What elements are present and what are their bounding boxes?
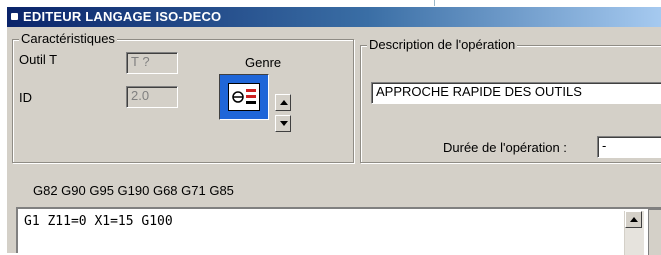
- genre-selector[interactable]: [219, 74, 269, 120]
- operation-caption: Description de l'opération: [367, 37, 518, 52]
- id-label: ID: [19, 90, 32, 105]
- operation-group: Description de l'opération APPROCHE RAPI…: [360, 37, 661, 163]
- outil-field[interactable]: T ?: [126, 52, 178, 74]
- arrow-down-icon: [280, 121, 288, 126]
- tool-genre-graphic: [232, 89, 256, 104]
- window-title: EDITEUR LANGAGE ISO-DECO: [23, 9, 222, 24]
- side-panel: [648, 209, 661, 255]
- duree-field[interactable]: -: [597, 136, 661, 158]
- tool-genre-icon: [228, 83, 260, 111]
- genre-up-button[interactable]: [275, 94, 291, 111]
- caracteristiques-group: Caractéristiques Outil T T ? ID 2.0 Genr…: [12, 31, 354, 163]
- duree-label: Durée de l'opération :: [443, 140, 567, 155]
- gcodes-status: G82 G90 G95 G190 G68 G71 G85: [33, 183, 234, 198]
- code-line-1[interactable]: G1 Z11=0 X1=15 G100: [24, 214, 173, 229]
- outil-label: Outil T: [19, 52, 58, 67]
- id-field[interactable]: 2.0: [126, 86, 178, 108]
- genre-down-button[interactable]: [275, 115, 291, 132]
- title-bar[interactable]: EDITEUR LANGAGE ISO-DECO: [7, 7, 661, 27]
- arrow-up-icon: [280, 100, 288, 105]
- caracteristiques-caption: Caractéristiques: [19, 31, 117, 46]
- editor-window: EDITEUR LANGAGE ISO-DECO Caractéristique…: [6, 6, 661, 255]
- editor-scrollbar[interactable]: [624, 211, 644, 255]
- scroll-up-icon: [630, 217, 638, 222]
- operation-description-field[interactable]: APPROCHE RAPIDE DES OUTILS: [371, 82, 661, 104]
- genre-label: Genre: [245, 55, 282, 70]
- window-menu-icon[interactable]: [11, 13, 18, 20]
- code-editor[interactable]: G1 Z11=0 X1=15 G100: [16, 207, 661, 255]
- scroll-up-button[interactable]: [625, 211, 642, 228]
